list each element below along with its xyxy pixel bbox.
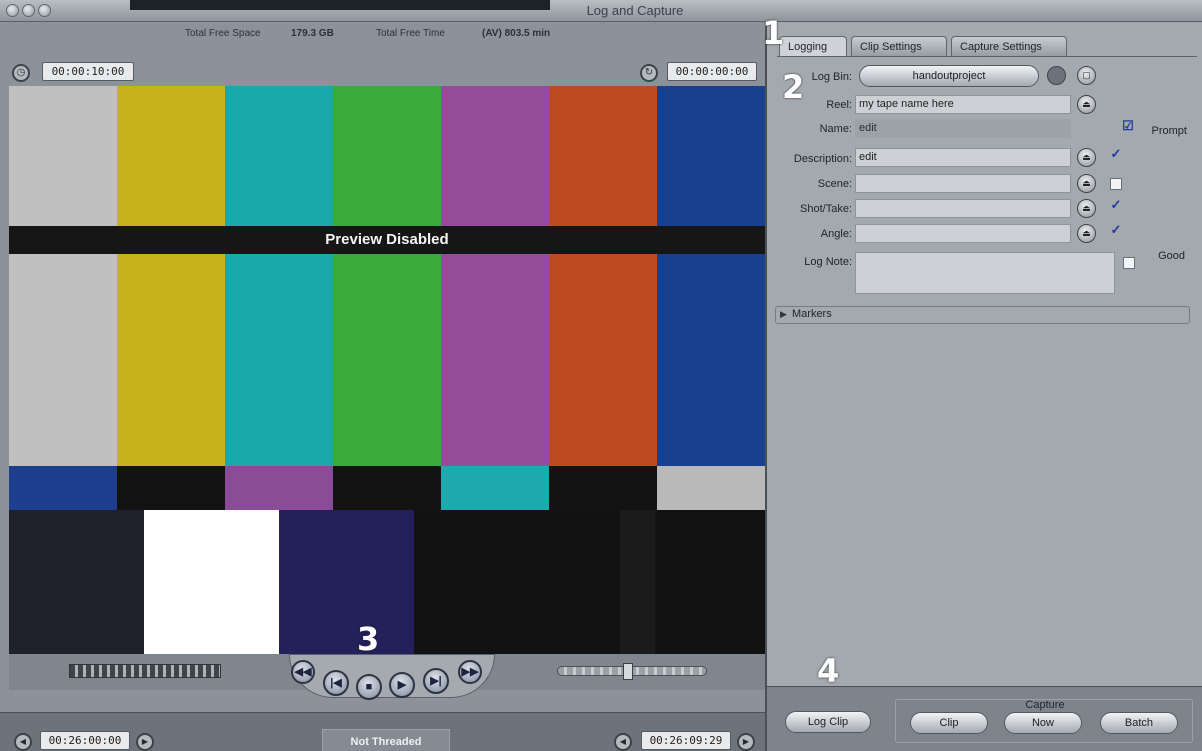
description-field[interactable]: edit xyxy=(855,148,1071,167)
angle-include-checkbox[interactable]: ✓ xyxy=(1110,223,1122,237)
scene-include-checkbox[interactable] xyxy=(1110,178,1122,190)
bar-gray xyxy=(9,86,117,466)
preview-disabled-banner: Preview Disabled xyxy=(9,226,765,254)
capture-now-button[interactable]: Now xyxy=(1004,712,1082,734)
castellation-black xyxy=(117,466,225,510)
capture-clip-button[interactable]: Clip xyxy=(910,712,988,734)
bin-dot-icon[interactable] xyxy=(1047,66,1066,85)
capture-batch-button[interactable]: Batch xyxy=(1100,712,1178,734)
duration-timecode-field[interactable]: 00:00:10:00 xyxy=(42,62,134,81)
scene-slate-icon[interactable]: ⏏ xyxy=(1077,174,1096,193)
log-note-field[interactable] xyxy=(855,252,1115,294)
timecode-footer: ◀ 00:26:00:00 ▶ Not Threaded ◀ 00:26:09:… xyxy=(0,712,765,751)
bar-magenta xyxy=(441,86,549,466)
angle-field[interactable] xyxy=(855,224,1071,243)
capture-footer: Log Clip Capture Clip Now Batch xyxy=(765,686,1202,751)
capture-group: Capture Clip Now Batch xyxy=(895,699,1193,743)
free-space-label: Total Free Space xyxy=(185,28,261,39)
stop-button[interactable]: ■ xyxy=(356,674,382,700)
log-note-label: Log Note: xyxy=(804,256,852,268)
free-space-value: 179.3 GB xyxy=(291,28,334,39)
out-point-timecode[interactable]: 00:26:09:29 xyxy=(641,731,731,750)
pluge-i xyxy=(9,510,144,676)
markers-disclosure[interactable]: ▶ Markers xyxy=(775,306,1190,324)
thread-status: Not Threaded xyxy=(322,729,450,751)
annotation-4: 4 xyxy=(817,652,840,690)
mark-out-icon[interactable]: ▶ xyxy=(737,733,755,751)
castellation-blue xyxy=(9,466,117,510)
bar-red xyxy=(549,86,657,466)
annotation-3: 3 xyxy=(357,620,380,658)
log-clip-button[interactable]: Log Clip xyxy=(785,711,871,733)
shuttle-knob[interactable] xyxy=(623,663,633,680)
fast-forward-button[interactable]: ▶▶ xyxy=(458,660,482,684)
castellation-black xyxy=(333,466,441,510)
name-field: edit xyxy=(855,119,1071,138)
bar-yellow xyxy=(117,86,225,466)
mark-in-icon[interactable]: ◀ xyxy=(14,733,32,751)
bar-cyan xyxy=(225,86,333,466)
capture-preview-panel: Total Free Space 179.3 GB Total Free Tim… xyxy=(0,22,765,751)
transport-bar xyxy=(9,654,765,698)
prompt-label: Prompt xyxy=(1151,125,1187,137)
color-bars-preview: Preview Disabled xyxy=(9,86,765,676)
capture-group-label: Capture xyxy=(1025,699,1065,711)
scene-field[interactable] xyxy=(855,174,1071,193)
castellation-gray xyxy=(657,466,765,510)
angle-label: Angle: xyxy=(820,228,852,240)
pluge-black xyxy=(655,510,765,676)
tab-logging[interactable]: Logging xyxy=(779,36,847,56)
angle-slate-icon[interactable]: ⏏ xyxy=(1077,224,1096,243)
castellation-black xyxy=(549,466,657,510)
castellation-cyan xyxy=(441,466,549,510)
jog-control[interactable] xyxy=(69,664,221,678)
description-label: Description: xyxy=(793,153,852,165)
logging-panel: Logging Clip Settings Capture Settings L… xyxy=(765,22,1202,686)
go-to-in-icon[interactable]: ▶ xyxy=(136,733,154,751)
current-timecode-field[interactable]: 00:00:00:00 xyxy=(667,62,757,81)
tab-divider xyxy=(777,56,1197,57)
shot-take-field[interactable] xyxy=(855,199,1071,218)
description-slate-icon[interactable]: ⏏ xyxy=(1077,148,1096,167)
tab-capture-settings[interactable]: Capture Settings xyxy=(951,36,1067,56)
good-label: Good xyxy=(1158,250,1185,262)
window-title: Log and Capture xyxy=(586,3,684,18)
reel-field[interactable]: my tape name here xyxy=(855,95,1071,114)
pluge-step xyxy=(620,510,655,676)
name-label: Name: xyxy=(819,123,852,135)
log-bin-button[interactable]: handoutproject xyxy=(859,65,1039,87)
tab-clip-settings[interactable]: Clip Settings xyxy=(851,36,947,56)
log-and-capture-window: Log and Capture Total Free Space 179.3 G… xyxy=(0,0,1202,751)
markers-label: Markers xyxy=(792,308,832,320)
new-bin-icon[interactable]: ▢ xyxy=(1077,66,1096,85)
castellation-magenta xyxy=(225,466,333,510)
scene-label: Scene: xyxy=(817,178,852,190)
pluge-white xyxy=(144,510,279,676)
free-time-label: Total Free Time xyxy=(376,28,445,39)
annotation-1: 1 xyxy=(762,14,785,52)
reel-slate-icon[interactable]: ⏏ xyxy=(1077,95,1096,114)
free-time-value: (AV) 803.5 min xyxy=(482,28,551,39)
step-back-button[interactable]: |◀ xyxy=(323,670,349,696)
in-point-timecode[interactable]: 00:26:00:00 xyxy=(40,731,130,750)
annotation-2: 2 xyxy=(782,68,805,106)
disclosure-triangle-icon[interactable]: ▶ xyxy=(780,309,787,320)
shot-take-include-checkbox[interactable]: ✓ xyxy=(1110,198,1122,212)
go-to-out-icon[interactable]: ◀ xyxy=(614,733,632,751)
step-forward-button[interactable]: ▶| xyxy=(423,668,449,694)
rewind-button[interactable]: ◀◀ xyxy=(291,660,315,684)
shot-take-slate-icon[interactable]: ⏏ xyxy=(1077,199,1096,218)
bar-green xyxy=(333,86,441,466)
bar-blue xyxy=(657,86,765,466)
pluge-black xyxy=(414,510,620,676)
title-bar: Log and Capture xyxy=(0,0,1202,22)
shot-take-label: Shot/Take: xyxy=(800,203,852,215)
current-timecode-icon: ↻ xyxy=(640,64,658,82)
duration-clock-icon: ◷ xyxy=(12,64,30,82)
play-button[interactable]: ▶ xyxy=(389,672,415,698)
description-include-checkbox[interactable]: ✓ xyxy=(1110,147,1122,161)
pluge-q xyxy=(279,510,414,676)
